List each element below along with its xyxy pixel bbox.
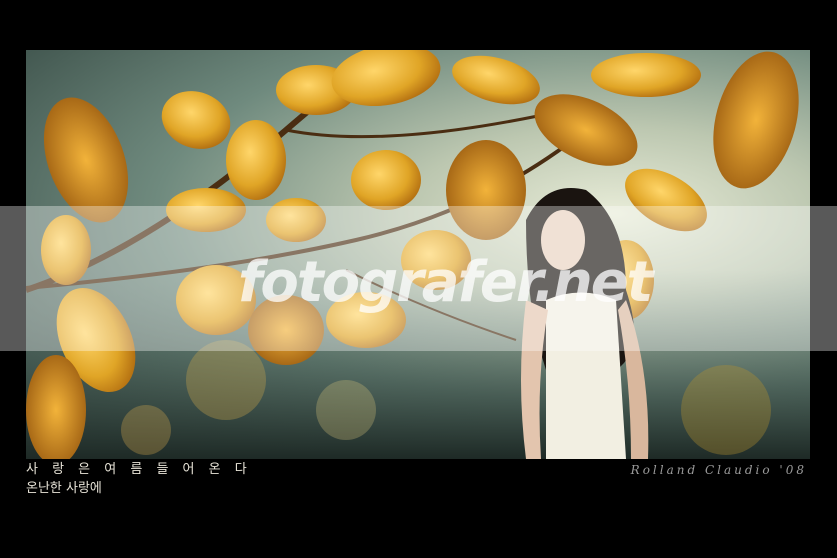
caption: 사 랑 은 여 름 들 어 온 다 온난한 사랑에 (26, 460, 252, 498)
caption-line-2: 온난한 사랑에 (26, 481, 102, 496)
photographer-signature: Rolland Claudio '08 (630, 463, 807, 477)
watermark: fotografer.net (238, 250, 653, 315)
caption-line-1: 사 랑 은 여 름 들 어 온 다 (26, 462, 252, 477)
